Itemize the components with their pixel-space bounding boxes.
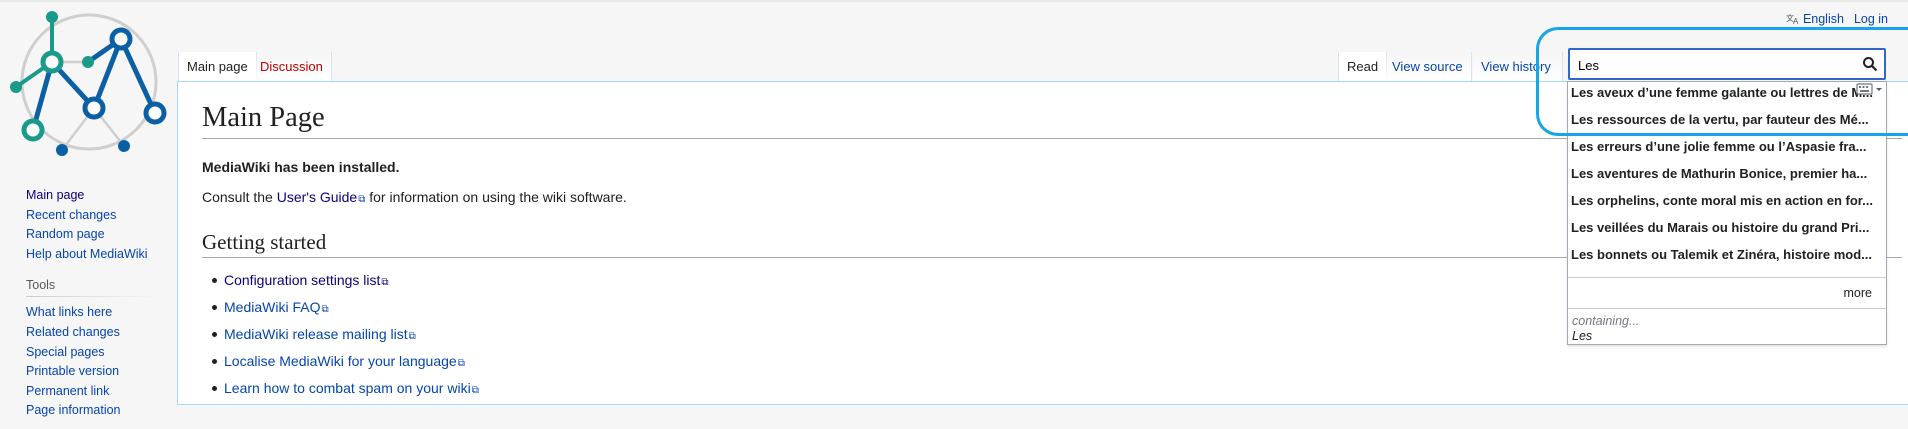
tab-discussion[interactable]: Discussion (252, 52, 332, 82)
list-item: Learn how to combat spam on your wiki⧉ (212, 376, 479, 403)
list-item: MediaWiki release mailing list⧉ (212, 322, 479, 349)
consult-suffix: for information on using the wiki softwa… (365, 189, 627, 205)
translate-icon: 文 A (1786, 13, 1799, 25)
combat-spam-link[interactable]: Learn how to combat spam on your wiki (224, 380, 471, 396)
localise-link[interactable]: Localise MediaWiki for your language (224, 353, 457, 369)
top-border (0, 0, 1908, 2)
svg-text:A: A (1793, 17, 1799, 25)
external-link-icon: ⧉ (381, 277, 389, 288)
sidebar-item-related-changes[interactable]: Related changes (26, 325, 120, 339)
suggestions-more[interactable]: more (1568, 277, 1886, 307)
wiki-logo[interactable] (0, 0, 178, 170)
getting-started-list: Configuration settings list⧉ MediaWiki F… (202, 268, 479, 403)
sidebar-item-main-page[interactable]: Main page (26, 188, 84, 202)
containing-label: containing... (1572, 314, 1640, 328)
tools-heading: Tools (26, 278, 156, 298)
external-link-icon: ⧉ (408, 331, 416, 342)
search-containing[interactable]: containing... Les (1568, 308, 1886, 346)
sidebar-item-permanent-link[interactable]: Permanent link (26, 384, 109, 398)
sidebar-item-random-page[interactable]: Random page (26, 227, 105, 241)
sidebar-item-page-information[interactable]: Page information (26, 403, 121, 417)
external-link-icon: ⧉ (457, 358, 465, 369)
sidebar-item-printable-version[interactable]: Printable version (26, 364, 119, 378)
config-settings-link[interactable]: Configuration settings list (224, 272, 380, 288)
consult-paragraph: Consult the User's Guide⧉ for informatio… (202, 189, 627, 205)
external-link-icon: ⧉ (471, 385, 479, 396)
login-link[interactable]: Log in (1854, 12, 1888, 26)
tab-main-page[interactable]: Main page (178, 52, 257, 82)
suggestion-item[interactable]: Les veillées du Marais ou histoire du gr… (1568, 214, 1886, 241)
tools-portal: What links here Related changes Special … (26, 303, 156, 421)
list-item: Localise MediaWiki for your language⧉ (212, 349, 479, 376)
suggestion-item[interactable]: Les aventures de Mathurin Bonice, premie… (1568, 160, 1886, 187)
external-link-icon: ⧉ (321, 304, 329, 315)
sidebar-item-special-pages[interactable]: Special pages (26, 345, 105, 359)
search-highlight-annotation (1536, 27, 1908, 136)
mailing-list-link[interactable]: MediaWiki release mailing list (224, 326, 408, 342)
consult-prefix: Consult the (202, 189, 277, 205)
tab-view-source[interactable]: View source (1384, 52, 1472, 82)
containing-term: Les (1572, 329, 1593, 343)
personal-tools: 文 A English Log in (1786, 12, 1888, 26)
sidebar-item-recent-changes[interactable]: Recent changes (26, 208, 116, 222)
sidebar-item-what-links-here[interactable]: What links here (26, 305, 112, 319)
language-link[interactable]: English (1803, 12, 1844, 26)
suggestion-item[interactable]: Les bonnets ou Talemik et Zinéra, histoi… (1568, 241, 1886, 268)
faq-link[interactable]: MediaWiki FAQ (224, 299, 320, 315)
tab-read[interactable]: Read (1338, 52, 1388, 82)
navigation-portal: Main page Recent changes Random page Hel… (26, 186, 156, 264)
installed-text: MediaWiki has been installed. (202, 159, 400, 175)
language-selector[interactable]: 文 A English (1786, 12, 1844, 26)
suggestion-item[interactable]: Les erreurs d’une jolie femme ou l’Aspas… (1568, 133, 1886, 160)
sidebar: Main page Recent changes Random page Hel… (26, 186, 156, 421)
installed-message: MediaWiki has been installed. (202, 159, 399, 175)
users-guide-link[interactable]: User's Guide (277, 189, 357, 205)
sidebar-item-help[interactable]: Help about MediaWiki (26, 247, 148, 261)
list-item: Configuration settings list⧉ (212, 268, 479, 295)
list-item: MediaWiki FAQ⧉ (212, 295, 479, 322)
suggestion-item[interactable]: Les orphelins, conte moral mis en action… (1568, 187, 1886, 214)
